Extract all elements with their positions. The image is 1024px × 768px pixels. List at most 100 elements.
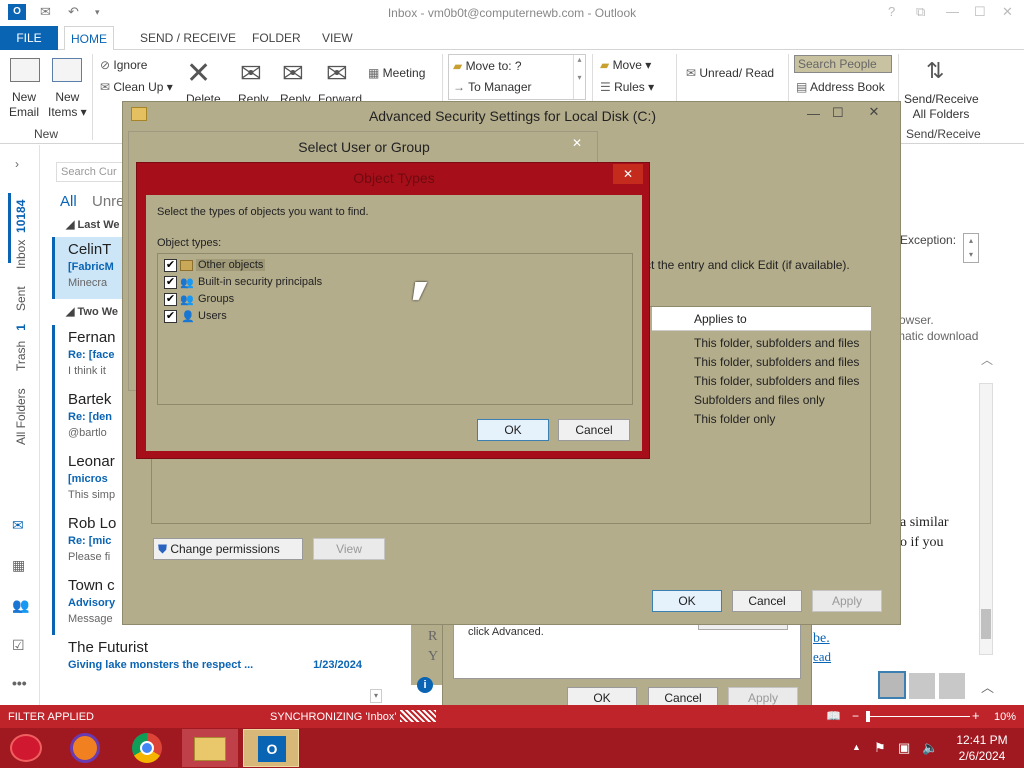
reading-link[interactable]: ead [813,649,831,665]
filter-unread[interactable]: Unre [92,193,125,210]
group-header-two-weeks[interactable]: ◢ Two We [66,305,118,318]
tab-folder[interactable]: FOLDER [246,26,307,50]
collapse-header-icon[interactable]: ︿ [981,351,993,368]
search-people-input[interactable]: Search People [794,55,892,73]
object-type-row[interactable]: ✔ 👤 Users [164,309,380,325]
help-button[interactable]: ? [888,4,895,19]
taskbar-chrome[interactable] [120,729,176,767]
exception-spinner[interactable]: ▴ ▾ [963,233,979,263]
clean-up-button[interactable]: ✉ Clean Up ▾ [100,80,173,94]
send-receive-all-button[interactable]: Send/Receive All Folders [904,92,979,122]
meeting-button[interactable]: ▦ Meeting [368,66,425,80]
maximize-button[interactable]: ☐ [832,105,844,121]
zoom-level[interactable]: 10% [994,711,1016,723]
expand-pane-icon[interactable]: › [15,157,19,171]
close-button[interactable]: ✕ [855,104,893,122]
new-items-button[interactable]: New Items ▾ [48,58,87,120]
zoom-slider-thumb[interactable] [866,711,870,722]
zoom-out-icon[interactable]: − [852,709,859,723]
applies-to-header[interactable]: Applies to [652,307,871,331]
object-type-checkbox[interactable]: ✔ [164,293,177,306]
applies-to-cell[interactable]: This folder, subfolders and files [694,336,859,350]
object-type-checkbox[interactable]: ✔ [164,259,177,272]
rail-sent[interactable]: Sent [14,286,28,311]
taskbar-outlook[interactable]: O [243,729,299,767]
people-icon[interactable]: 👥 [12,597,30,613]
move-to-quickstep[interactable]: ▰ Move to: ? [453,59,522,73]
selection-marker [8,193,11,263]
reading-scroll-thumb[interactable] [981,609,991,639]
rail-inbox[interactable]: Inbox 10184 [14,200,28,269]
clock-date[interactable]: 2/6/2024 [952,749,1012,763]
tab-view[interactable]: VIEW [316,26,359,50]
zoom-in-icon[interactable]: + [972,708,980,723]
to-manager-quickstep[interactable]: → To Manager [453,80,532,94]
close-button[interactable]: ✕ [1002,4,1013,20]
tab-send-receive[interactable]: SEND / RECEIVE [134,26,242,50]
person-icon[interactable] [939,673,965,699]
rail-all-folders[interactable]: All Folders [14,388,28,445]
network-icon[interactable]: ▣ [898,740,910,756]
new-email-label: New Email [8,90,39,119]
show-hidden-icons[interactable]: ▲ [852,742,861,752]
volume-icon[interactable]: 🔈 [922,740,938,756]
rail-trash[interactable]: Trash 1 [14,324,28,371]
object-type-checkbox[interactable]: ✔ [164,310,177,323]
maximize-button[interactable]: ☐ [974,4,986,20]
cancel-button[interactable]: Cancel [732,590,802,612]
zoom-slider[interactable] [866,716,970,717]
list-item[interactable]: The Futurist Giving lake monsters the re… [52,635,370,697]
applies-to-cell[interactable]: Subfolders and files only [694,393,825,407]
apply-button[interactable]: Apply [812,590,882,612]
unread-read-button[interactable]: ✉ Unread/ Read [686,66,774,80]
ok-button[interactable]: OK [652,590,722,612]
address-book-button[interactable]: ▤ Address Book [796,80,885,94]
notification-icon[interactable]: ⚑ [874,740,886,756]
reading-view-icon[interactable]: 📖 [826,709,841,723]
ok-button[interactable]: OK [477,419,549,441]
more-icon[interactable]: ••• [12,675,30,691]
rules-button[interactable]: ☰ Rules ▾ [600,80,654,94]
person-icon[interactable] [878,671,906,699]
object-type-row[interactable]: ✔ Other objects [164,258,380,274]
object-type-checkbox[interactable]: ✔ [164,276,177,289]
mouse-cursor-icon [412,282,428,300]
group-last-week-label: Last We [77,219,120,231]
change-permissions-button[interactable]: ⛊ Change permissions [153,538,303,560]
view-button[interactable]: View [313,538,385,560]
applies-to-cell[interactable]: This folder only [694,412,775,426]
start-button[interactable] [10,734,42,762]
close-button[interactable]: ✕ [563,134,591,152]
move-to-label: Move to: ? [465,59,522,73]
filter-all[interactable]: All [60,193,77,210]
taskbar-file-explorer[interactable] [182,729,238,767]
clock-time[interactable]: 12:41 PM [952,733,1012,747]
object-type-row[interactable]: ✔ 👥 Groups [164,292,380,308]
person-icon[interactable] [909,673,935,699]
mail-icon[interactable]: ✉ [12,517,30,533]
group-header-last-week[interactable]: ◢ Last We [66,218,120,231]
applies-to-cell[interactable]: This folder, subfolders and files [694,355,859,369]
reading-link[interactable]: be. [813,631,830,647]
ribbon-display-button[interactable]: ⧉ [916,4,925,20]
dialog-title: Select User or Group [298,139,430,155]
minimize-button[interactable]: — [807,106,820,121]
list-scroll-down[interactable]: ▾ [370,689,382,703]
cancel-button[interactable]: Cancel [558,419,630,441]
move-button[interactable]: ▰ Move ▾ [600,58,651,72]
close-button[interactable]: ✕ [613,164,643,184]
tasks-icon[interactable]: ☑ [12,637,30,653]
tab-file[interactable]: FILE [0,26,58,50]
people-pane-toggle-icon[interactable]: ︿ [981,677,994,696]
tab-home[interactable]: HOME [64,26,114,51]
calendar-icon[interactable]: ▦ [12,557,30,573]
taskbar-firefox[interactable] [58,729,114,767]
new-email-button[interactable]: New Email [8,58,40,120]
applies-to-cell[interactable]: This folder, subfolders and files [694,374,859,388]
ignore-button[interactable]: ⊘ Ignore [100,58,147,72]
title-bar: O ✉ ↶ ▾ Inbox - vm0b0t@computernewb.com … [0,0,1024,26]
minimize-button[interactable]: — [946,4,959,19]
object-type-row[interactable]: ✔ 👥 Built-in security principals [164,275,380,291]
quick-steps-scroll[interactable]: ▴ ▾ [573,55,585,99]
arrow-icon: → [453,80,469,94]
